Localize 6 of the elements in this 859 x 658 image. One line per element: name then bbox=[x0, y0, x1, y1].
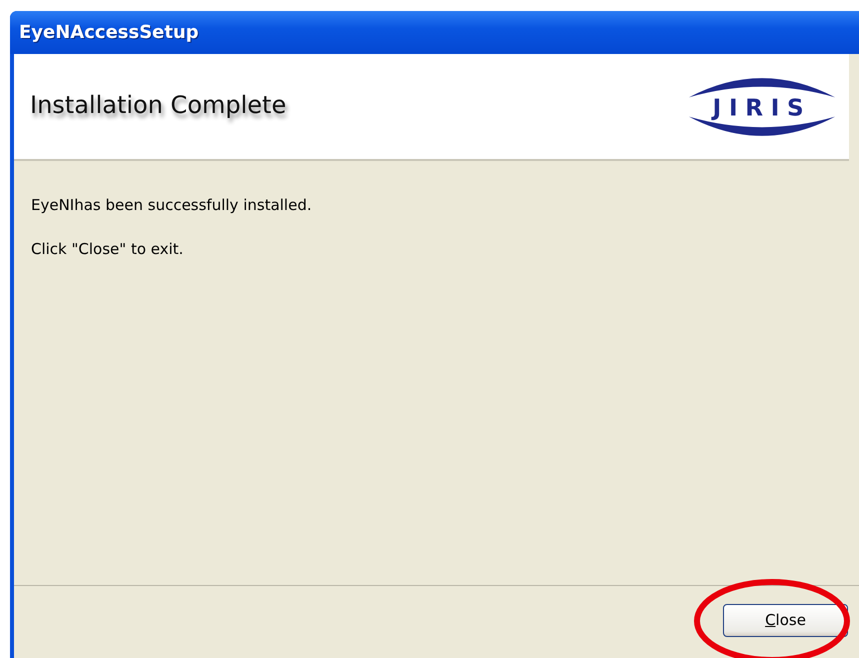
message-text: EyeNIhas been successfully installed. bbox=[31, 196, 313, 214]
logo: JIRIS bbox=[685, 66, 839, 146]
close-button[interactable]: Close bbox=[723, 604, 848, 636]
page-heading: Installation Complete bbox=[30, 90, 286, 118]
window-title: EyeNAccessSetup bbox=[19, 22, 199, 43]
message-text: Click "Close" to exit. bbox=[31, 240, 184, 258]
